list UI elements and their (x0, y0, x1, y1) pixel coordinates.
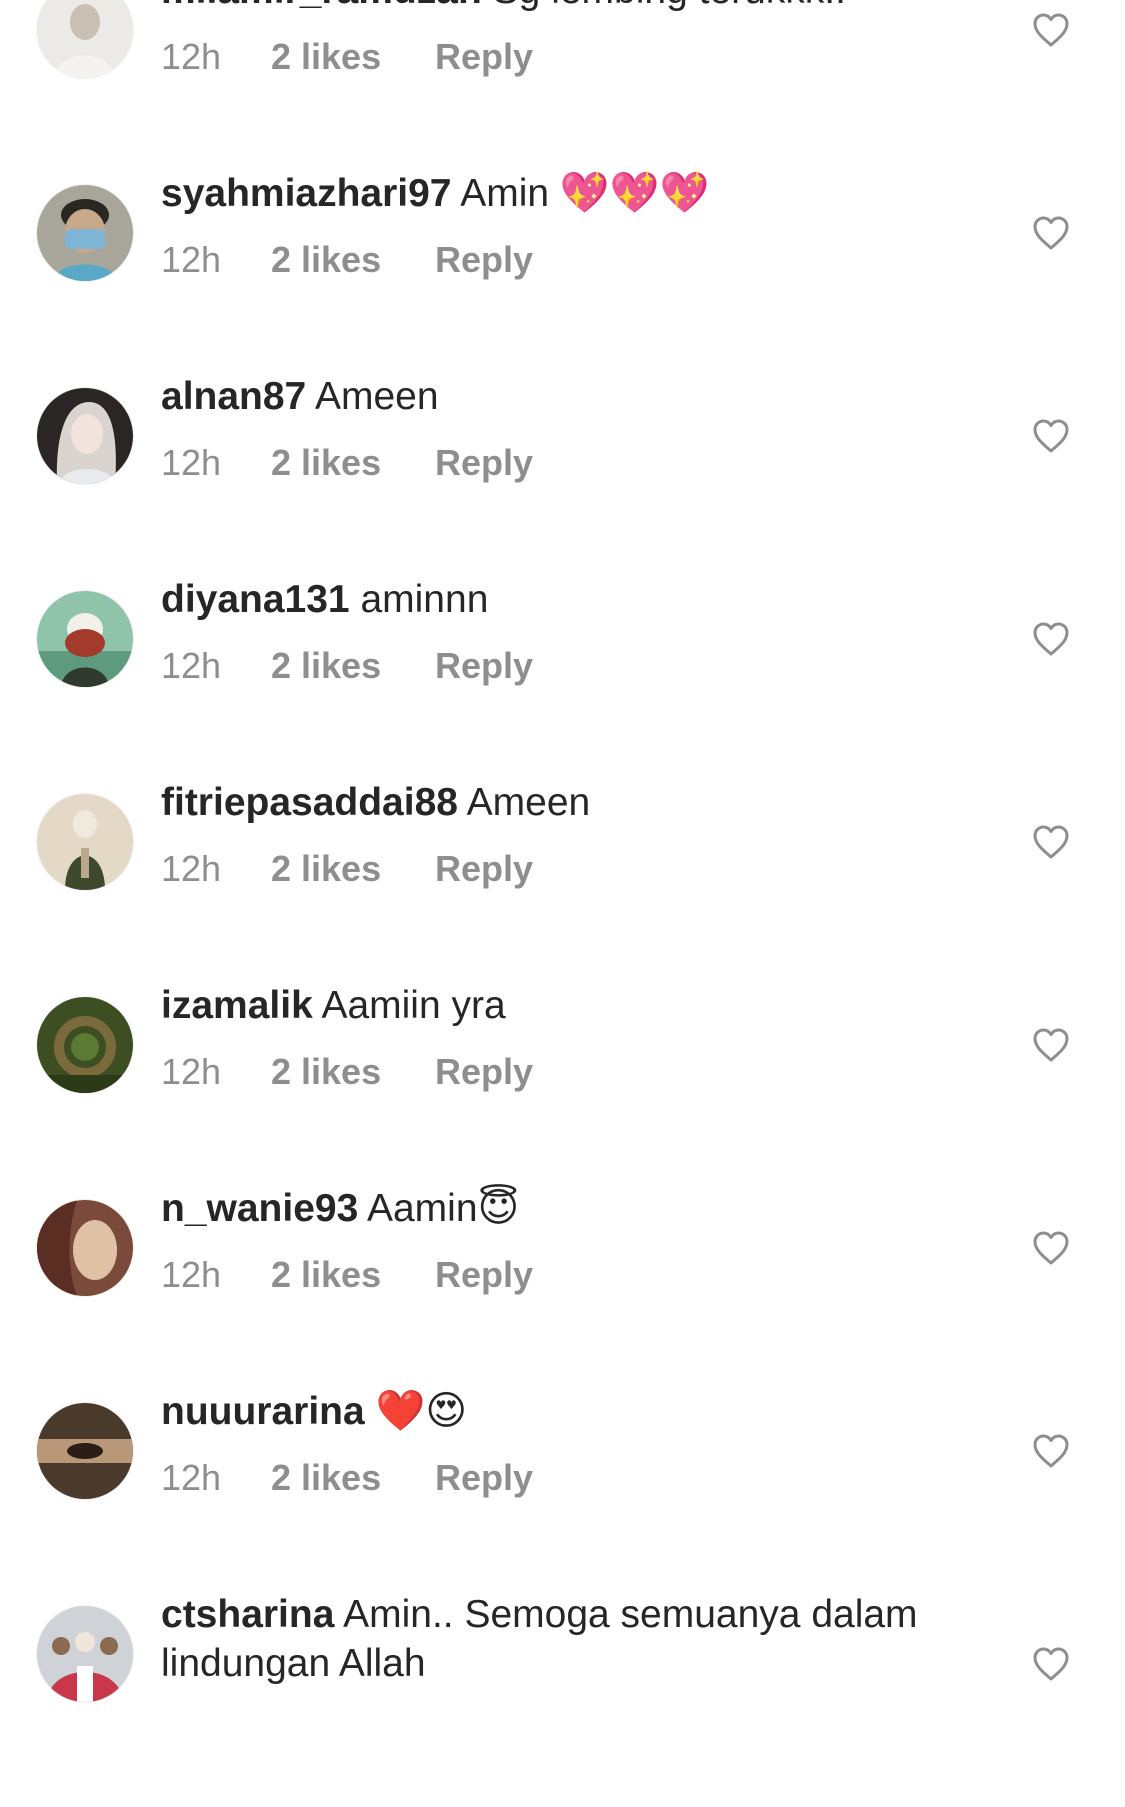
username-link[interactable]: ctsharina (161, 1593, 334, 1636)
comment-time: 12h (161, 1457, 222, 1498)
comment-message: Amin (460, 172, 550, 215)
comment-time: 12h (161, 1254, 222, 1295)
comment-text: milamir_ramdzan Sg lembing terukkk.. (161, 0, 1011, 15)
comment-item: izamalik Aamiin yra 12h 2 likes Reply (0, 984, 1125, 1198)
comment-text: syahmiazhari97 Amin 💖💖💖 (161, 169, 1011, 218)
heart-outline-icon[interactable] (1031, 822, 1071, 862)
comment-text: izamalik Aamiin yra (161, 981, 1011, 1030)
likes-count[interactable]: 2 likes (271, 644, 435, 688)
comment-meta: 12h 2 likes Reply (161, 238, 1011, 282)
comment-text: diyana131 aminnn (161, 575, 1011, 624)
comment-item: ctsharina Amin.. Semoga semuanya dalam l… (0, 1593, 1125, 1807)
username-link[interactable]: milamir_ramdzan (161, 0, 482, 12)
username-link[interactable]: alnan87 (161, 375, 306, 418)
comment-time: 12h (161, 645, 222, 686)
comment-meta: 12h 2 likes Reply (161, 441, 1011, 485)
username-link[interactable]: izamalik (161, 984, 313, 1027)
comment-item: n_wanie93 Aamin😇 12h 2 likes Reply (0, 1185, 1125, 1401)
comment-meta: 12h 2 likes Reply (161, 1456, 1011, 1500)
comment-text: nuuurarina ❤️😍 (161, 1387, 1011, 1436)
heart-outline-icon[interactable] (1031, 213, 1071, 253)
smiling-halo-emoji: 😇 (477, 1185, 520, 1231)
comment-item: alnan87 Ameen 12h 2 likes Reply (0, 375, 1125, 589)
comment-time: 12h (161, 442, 222, 483)
sparkling-heart-emoji: 💖💖💖 (559, 170, 710, 216)
comment-item: nuuurarina ❤️😍 12h 2 likes Reply (0, 1388, 1125, 1604)
heart-outline-icon[interactable] (1031, 416, 1071, 456)
likes-count[interactable]: 2 likes (271, 847, 435, 891)
reply-button[interactable]: Reply (435, 1456, 533, 1500)
likes-count[interactable]: 2 likes (271, 441, 435, 485)
likes-count[interactable]: 2 likes (271, 1050, 435, 1094)
comment-text: n_wanie93 Aamin😇 (161, 1184, 1011, 1233)
avatar[interactable] (37, 1200, 133, 1296)
comment-text: fitriepasaddai88 Ameen (161, 778, 1011, 827)
heart-outline-icon[interactable] (1031, 10, 1071, 50)
likes-count[interactable]: 2 likes (271, 1456, 435, 1500)
avatar[interactable] (37, 388, 133, 484)
avatar[interactable] (37, 185, 133, 281)
heart-outline-icon[interactable] (1031, 1228, 1071, 1268)
likes-count[interactable]: 2 likes (271, 1253, 435, 1297)
heart-outline-icon[interactable] (1031, 1644, 1071, 1684)
comment-meta: 12h 2 likes Reply (161, 35, 1011, 79)
comment-message: Ameen (314, 375, 439, 418)
comment-text: ctsharina Amin.. Semoga semuanya dalam l… (161, 1590, 1011, 1688)
comment-time: 12h (161, 848, 222, 889)
comment-message: Aamin (366, 1187, 478, 1230)
reply-button[interactable]: Reply (435, 847, 533, 891)
avatar[interactable] (37, 1606, 133, 1702)
heart-outline-icon[interactable] (1031, 1431, 1071, 1471)
heart-outline-icon[interactable] (1031, 1025, 1071, 1065)
avatar[interactable] (37, 794, 133, 890)
comment-message: Sg lembing terukkk.. (493, 0, 846, 12)
comment-list: milamir_ramdzan Sg lembing terukkk.. 12h… (0, 0, 1125, 1710)
comment-item: diyana131 aminnn 12h 2 likes Reply (0, 578, 1125, 792)
reply-button[interactable]: Reply (435, 1253, 533, 1297)
comment-item: milamir_ramdzan Sg lembing terukkk.. 12h… (0, 0, 1125, 183)
comment-item: syahmiazhari97 Amin 💖💖💖 12h 2 likes Reply (0, 170, 1125, 386)
comment-message: Aamiin yra (321, 984, 506, 1027)
reply-button[interactable]: Reply (435, 1050, 533, 1094)
reply-button[interactable]: Reply (435, 35, 533, 79)
likes-count[interactable]: 2 likes (271, 35, 435, 79)
username-link[interactable]: nuuurarina (161, 1390, 365, 1433)
username-link[interactable]: syahmiazhari97 (161, 172, 452, 215)
comment-item: fitriepasaddai88 Ameen 12h 2 likes Reply (0, 781, 1125, 995)
comment-time: 12h (161, 36, 222, 77)
comment-message: aminnn (360, 578, 489, 621)
heart-eyes-emoji: ❤️😍 (375, 1388, 468, 1434)
avatar[interactable] (37, 591, 133, 687)
avatar[interactable] (37, 0, 133, 78)
avatar[interactable] (37, 1403, 133, 1499)
comment-time: 12h (161, 239, 222, 280)
reply-button[interactable]: Reply (435, 441, 533, 485)
reply-button[interactable]: Reply (435, 238, 533, 282)
comment-meta: 12h 2 likes Reply (161, 1050, 1011, 1094)
comment-time: 12h (161, 1051, 222, 1092)
username-link[interactable]: n_wanie93 (161, 1187, 358, 1230)
comment-meta: 12h 2 likes Reply (161, 644, 1011, 688)
comment-meta: 12h 2 likes Reply (161, 847, 1011, 891)
comment-message: Ameen (466, 781, 591, 824)
avatar[interactable] (37, 997, 133, 1093)
comment-text: alnan87 Ameen (161, 372, 1011, 421)
username-link[interactable]: fitriepasaddai88 (161, 781, 458, 824)
likes-count[interactable]: 2 likes (271, 238, 435, 282)
comment-meta: 12h 2 likes Reply (161, 1253, 1011, 1297)
username-link[interactable]: diyana131 (161, 578, 350, 621)
heart-outline-icon[interactable] (1031, 619, 1071, 659)
reply-button[interactable]: Reply (435, 644, 533, 688)
